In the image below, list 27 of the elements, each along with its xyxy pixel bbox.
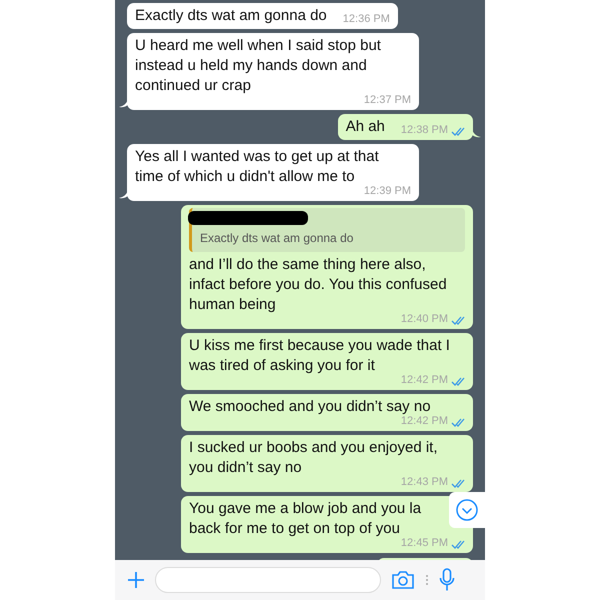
message-time: 12:39 PM	[364, 185, 411, 198]
message-time: 12:36 PM	[342, 13, 390, 26]
add-icon[interactable]	[127, 571, 145, 589]
message-text: Ah ah	[346, 117, 385, 137]
message-time: 12:40 PM	[400, 313, 448, 326]
message-time: 12:42 PM	[400, 374, 448, 387]
microphone-icon[interactable]	[439, 568, 455, 592]
message-text: Yes all I wanted was to get up at that time of which u didn't allow me to	[135, 147, 380, 186]
message-time: 12:43 PM	[400, 476, 448, 489]
message-text: We smooched and you didn’t say no	[189, 397, 431, 416]
message-time: 12:42 PM	[400, 415, 448, 428]
scroll-down-button[interactable]	[449, 492, 485, 528]
quoted-message[interactable]: Exactly dts wat am gonna do	[189, 208, 465, 252]
message-time: 12:37 PM	[364, 94, 411, 107]
message-time: 12:38 PM	[400, 124, 448, 137]
message-time: 12:45 PM	[400, 537, 448, 550]
message-text: U kiss me first because you wade that I was tired of asking you for it	[189, 336, 451, 375]
camera-icon[interactable]	[391, 570, 415, 590]
quoted-text: Exactly dts wat am gonna do	[200, 230, 354, 247]
message-text: and I’ll do the same thing here also, infact before you do. You this confused human being	[189, 255, 448, 314]
message-text: I sucked ur boobs and you enjoyed it, you didn’t say no	[189, 438, 438, 477]
message-text: Exactly dts wat am gonna do	[135, 6, 327, 26]
message-text: U heard me well when I said stop but instead u held my hands down and continued ur crap	[135, 36, 382, 95]
message-input-field[interactable]	[155, 567, 381, 593]
message-text: You gave me a blow job and you la back for me to get on top of you	[189, 499, 422, 538]
more-icon[interactable]	[425, 573, 429, 587]
chevron-down-icon	[455, 498, 479, 522]
